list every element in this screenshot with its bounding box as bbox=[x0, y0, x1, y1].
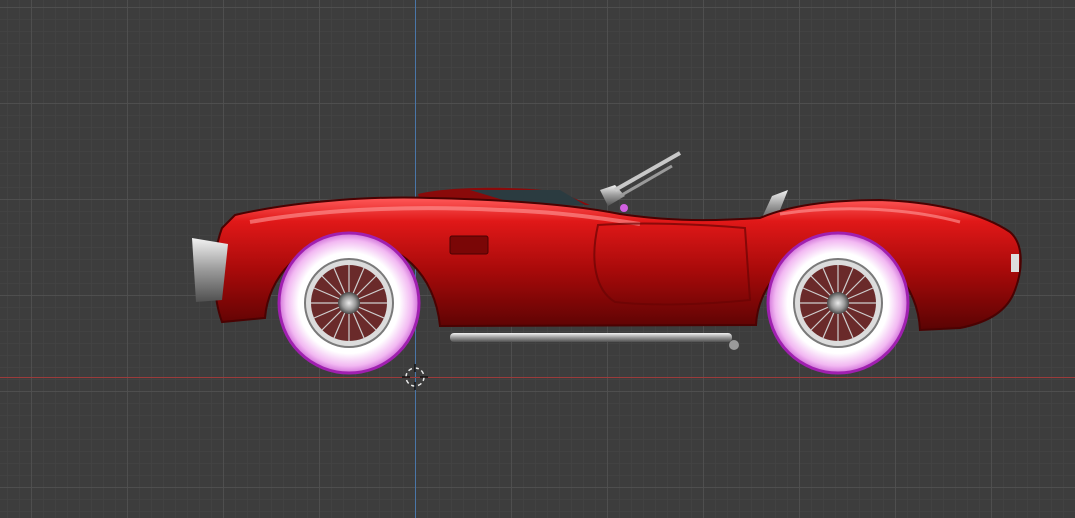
3d-viewport[interactable] bbox=[0, 0, 1075, 518]
rear-wheel bbox=[766, 231, 910, 375]
windshield bbox=[600, 151, 681, 212]
front-wheel bbox=[277, 231, 421, 375]
side-exhaust bbox=[450, 333, 739, 350]
rear-light bbox=[1011, 254, 1019, 272]
3d-cursor-icon[interactable] bbox=[402, 364, 428, 390]
front-bumper bbox=[192, 238, 228, 302]
side-vent bbox=[449, 235, 489, 255]
car-model[interactable] bbox=[0, 0, 1075, 518]
